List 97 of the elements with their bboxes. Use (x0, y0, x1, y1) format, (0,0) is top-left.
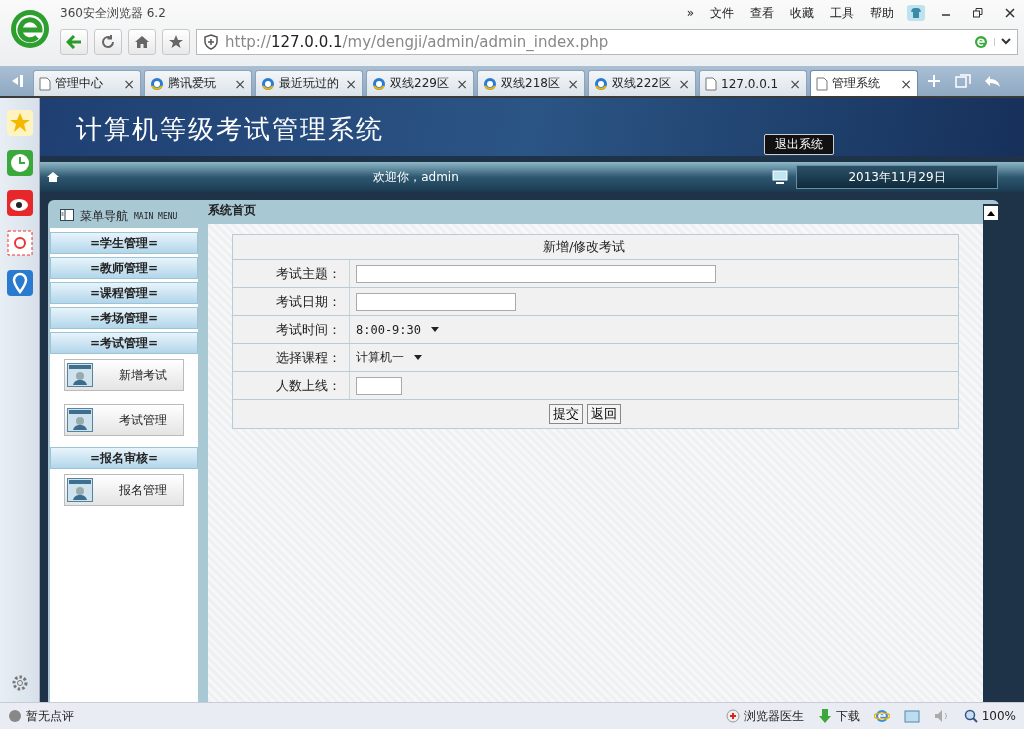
page-icon (39, 76, 51, 91)
scroll-up-icon[interactable] (984, 206, 998, 220)
home-icon[interactable] (46, 171, 60, 183)
browser-tab[interactable]: 管理中心 × (33, 70, 141, 96)
input-field[interactable] (356, 376, 402, 395)
browser-tab[interactable]: 127.0.0.1 × (699, 70, 807, 96)
ie-mode-icon[interactable] (873, 708, 890, 724)
back-button[interactable] (60, 29, 88, 55)
speaker-icon[interactable] (933, 709, 950, 723)
tab-close-button[interactable]: × (345, 75, 357, 92)
select-field[interactable]: 计算机一 (356, 349, 426, 366)
form-button[interactable]: 返回 (587, 404, 621, 424)
skin-icon[interactable] (904, 3, 928, 23)
globe-icon (150, 76, 164, 91)
menu-item[interactable]: 查看 (744, 4, 780, 22)
system-title: 计算机等级考试管理系统 (76, 113, 384, 146)
browser-tab[interactable]: 双线229区 × (366, 70, 474, 96)
down-arrow-icon (817, 708, 832, 724)
menu-group-header[interactable]: =教师管理= (50, 257, 198, 279)
menu-item-button[interactable]: 考试管理 (64, 404, 184, 436)
input-field[interactable] (356, 264, 716, 283)
logout-button[interactable]: 退出系统 (764, 134, 834, 155)
tab-close-button[interactable]: × (678, 75, 690, 92)
shield-icon (203, 34, 219, 50)
tab-close-button[interactable]: × (567, 75, 579, 92)
menu-group-header[interactable]: =考试管理= (50, 332, 198, 354)
menu-item[interactable]: 收藏 (784, 4, 820, 22)
menu-item-button[interactable]: 新增考试 (64, 359, 184, 391)
window-title: 360安全浏览器 6.2 (60, 4, 166, 22)
globe-icon (372, 76, 386, 91)
map-pin-icon[interactable] (6, 270, 33, 296)
field-label: 考试主题： (275, 264, 342, 283)
field-label: 考试时间： (275, 320, 342, 339)
menu-group-header[interactable]: =考场管理= (50, 307, 198, 329)
menu-item-button[interactable]: 报名管理 (64, 474, 184, 506)
welcome-text: 欢迎你，admin (372, 168, 460, 186)
user-card-icon (67, 363, 93, 387)
tab-close-button[interactable]: × (123, 75, 135, 92)
magnifier-icon (963, 709, 978, 723)
menu-item[interactable]: 文件 (704, 4, 740, 22)
menu-group-header[interactable]: =学生管理= (50, 232, 198, 254)
tab-close-button[interactable]: × (900, 75, 912, 92)
menu-group-header[interactable]: =课程管理= (50, 282, 198, 304)
select-field[interactable]: 8:00-9:30 (356, 322, 444, 337)
tab-close-button[interactable]: × (234, 75, 246, 92)
clock-icon[interactable] (6, 150, 33, 176)
tab-close-button[interactable]: × (789, 75, 801, 92)
ie-icon[interactable] (974, 35, 988, 49)
form-title: 新增/修改考试 (543, 238, 626, 256)
refresh-icon (100, 34, 116, 50)
caret-icon (431, 327, 440, 332)
eye-logo-icon[interactable] (6, 190, 33, 216)
favorite-button[interactable] (162, 29, 190, 55)
form-button[interactable]: 提交 (549, 404, 583, 424)
settings-icon[interactable] (10, 674, 29, 692)
download-button[interactable]: 下载 (817, 707, 860, 725)
menu-item[interactable]: 工具 (824, 4, 860, 22)
browser-logo-icon (10, 9, 50, 49)
menu-title: 菜单导航 (80, 207, 128, 225)
field-label: 考试日期： (275, 292, 342, 311)
input-field[interactable] (356, 292, 516, 311)
page-icon (816, 76, 828, 91)
globe-icon (594, 76, 608, 91)
browser-tab[interactable]: 管理系统 × (810, 70, 918, 96)
rating-status[interactable]: 暂无点评 (8, 707, 74, 725)
monitor-icon (772, 170, 788, 184)
menu-group-header[interactable]: =报名审核= (50, 447, 198, 469)
zoom-button[interactable]: 100% (963, 709, 1016, 723)
menu-item[interactable]: » (680, 6, 700, 20)
browser-tab[interactable]: 双线218区 × (477, 70, 585, 96)
medical-cross-icon (725, 709, 740, 723)
menu-subtitle: MAIN MENU (134, 211, 178, 221)
star-icon (168, 34, 184, 50)
globe-icon (261, 76, 275, 91)
window-icon[interactable] (903, 709, 920, 723)
tab-close-button[interactable]: × (456, 75, 468, 92)
browser-tab[interactable]: 腾讯爱玩 × (144, 70, 252, 96)
address-field[interactable]: http://127.0.0.1/my/dengji/admin/admin_index.php (196, 29, 1018, 55)
field-label: 选择课程： (275, 348, 342, 367)
field-label: 人数上线： (275, 376, 342, 395)
breadcrumb-title: 系统首页 (208, 202, 257, 219)
page-icon (705, 76, 717, 91)
menu-icon (60, 208, 74, 224)
dropdown-icon[interactable] (994, 38, 1011, 46)
user-card-icon (67, 408, 93, 432)
refresh-button[interactable] (94, 29, 122, 55)
browser-tab[interactable]: 最近玩过的 × (255, 70, 363, 96)
menu-item[interactable]: 帮助 (864, 4, 900, 22)
home-icon (134, 34, 150, 50)
date-display: 2013年11月29日 (796, 165, 998, 189)
back-arrow-icon (66, 35, 82, 49)
globe-icon (483, 76, 497, 91)
user-card-icon (67, 478, 93, 502)
doctor-button[interactable]: 浏览器医生 (725, 707, 804, 725)
caret-icon (414, 355, 422, 360)
browser-tab[interactable]: 双线222区 × (588, 70, 696, 96)
home-button[interactable] (128, 29, 156, 55)
